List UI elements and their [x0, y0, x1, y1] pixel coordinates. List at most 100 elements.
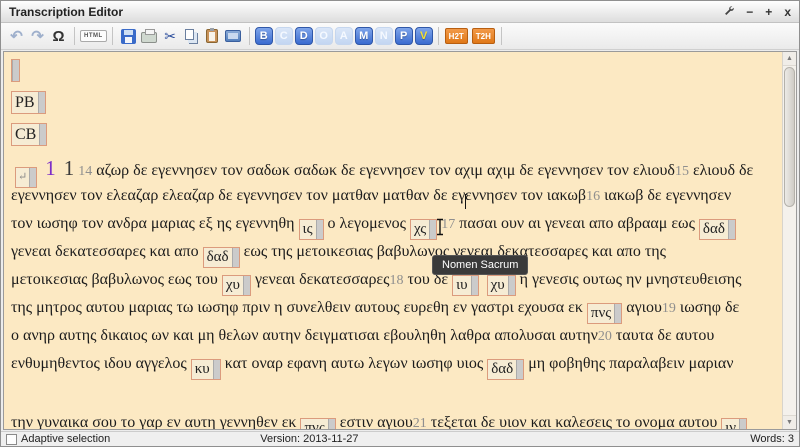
box-handle [328, 419, 335, 429]
greek-text[interactable]: ιωσηφ δε [680, 299, 739, 316]
box-handle [38, 92, 45, 113]
nomen-sacrum-box[interactable]: πνς [300, 418, 335, 429]
greek-text[interactable]: κατ οναρ εφανη αυτω λεγων ιωσηφ υιος [225, 355, 483, 372]
greek-text[interactable]: γενεαι δεκατεσσαρες και απο [11, 243, 199, 260]
omega-icon: Ω [52, 28, 64, 45]
copy-button[interactable] [181, 26, 202, 47]
clipboard-icon [206, 29, 218, 43]
greek-text[interactable]: ταυτα δε αυτου [616, 327, 714, 344]
format-button-m[interactable]: M [355, 27, 373, 45]
scissors-icon: ✂ [164, 28, 176, 45]
minimize-button[interactable]: − [746, 6, 753, 18]
transcript-line: της μητρος αυτου μαριας τω ιωσηφ πριν η … [11, 294, 782, 322]
window-controls: − + x [723, 5, 791, 18]
empty-marker-box[interactable] [11, 59, 20, 82]
nomen-sacrum-word: ις [300, 220, 316, 239]
nomen-sacrum-box[interactable]: χυ [487, 275, 516, 296]
adaptive-selection-checkbox[interactable] [6, 434, 17, 445]
special-characters-button[interactable]: Ω [48, 26, 69, 47]
greek-text[interactable]: αγιου [626, 299, 662, 316]
greek-text[interactable]: εγεννησεν τον ελεαζαρ ελεαζαρ δε εγεννησ… [11, 187, 586, 204]
title-bar: Transcription Editor − + x [1, 1, 799, 23]
toolbar-separator [501, 27, 502, 45]
paste-button[interactable] [202, 26, 223, 47]
format-button-d[interactable]: D [295, 27, 313, 45]
box-handle [516, 360, 523, 379]
verse-number: 20 [598, 329, 612, 344]
greek-text[interactable]: ελιουδ δε [693, 162, 753, 179]
format-button-o: O [315, 27, 333, 45]
chapter-number: 1 [45, 156, 56, 180]
transcription-editor-window: Transcription Editor − + x ↶ ↷ Ω HTML ✂ … [0, 0, 800, 447]
page-number: 1 [64, 156, 75, 180]
nomen-sacrum-box[interactable]: κυ [191, 359, 221, 380]
format-button-v[interactable]: V [415, 27, 433, 45]
html-view-button[interactable]: HTML [80, 30, 107, 42]
vertical-scrollbar[interactable]: ▲ ▼ [782, 52, 796, 429]
scroll-down-button[interactable]: ▼ [783, 415, 796, 429]
scrollbar-thumb[interactable] [784, 67, 795, 207]
greek-text[interactable]: της μητρος αυτου μαριας τω ιωσηφ πριν η … [11, 299, 583, 316]
verse-number: 16 [586, 189, 600, 204]
nomen-sacrum-word: πνς [301, 419, 327, 429]
transcript-line: γενεαι δεκατεσσαρες και αποδαδεως της με… [11, 238, 782, 266]
nomen-sacrum-box[interactable]: ιυ [452, 275, 478, 296]
redo-button[interactable]: ↷ [27, 26, 48, 47]
undo-button[interactable]: ↶ [6, 26, 27, 47]
greek-text[interactable]: γενεαι δεκατεσσαρες [255, 271, 390, 288]
greek-text[interactable]: αζωρ δε εγεννησεν τον σαδωκ σαδωκ δε εγε… [96, 162, 675, 179]
nomen-sacrum-word: χς [411, 220, 429, 239]
converter-button-t2h[interactable]: T2H [472, 28, 495, 44]
nomen-sacrum-box[interactable]: δαδ [487, 359, 524, 380]
save-button[interactable] [118, 26, 139, 47]
nomen-sacrum-word: δαδ [204, 248, 232, 267]
pre-line: CΒ [11, 122, 782, 146]
format-button-a: A [335, 27, 353, 45]
pre-lines: ΡΒ CΒ [11, 58, 782, 146]
scroll-up-button[interactable]: ▲ [783, 52, 796, 66]
nomen-sacrum-box[interactable]: ις [299, 219, 324, 240]
marker-box[interactable]: CΒ [11, 123, 47, 146]
save-icon [121, 29, 136, 44]
converter-buttons: H2TT2H [444, 28, 496, 44]
nomen-sacrum-box[interactable]: δαδ [203, 247, 240, 268]
greek-text[interactable]: εστιν αγιου [340, 414, 413, 429]
greek-text[interactable]: τον ιωσηφ τον ανδρα μαριας εξ ης εγεννηθ… [11, 215, 295, 232]
nomen-sacrum-word: πνς [588, 304, 614, 323]
nomen-sacrum-box[interactable]: δαδ [699, 219, 736, 240]
text-caret [465, 194, 466, 209]
wrench-icon[interactable] [723, 5, 734, 18]
format-button-b[interactable]: B [255, 27, 273, 45]
greek-text[interactable]: πασαι ουν αι γενεαι απο αβρααμ εως [459, 215, 695, 232]
greek-text[interactable]: τεξεται δε υιον και καλεσεις το ονομα αυ… [431, 414, 718, 429]
transcription-text-area[interactable]: ΡΒCΒ ↵1114αζωρ δε εγεννησεν τον σαδωκ σα… [4, 52, 782, 429]
nomen-sacrum-word: ιυ [453, 276, 470, 295]
close-button[interactable]: x [784, 6, 791, 18]
cut-button[interactable]: ✂ [160, 26, 181, 47]
word-count: Words: 3 [750, 433, 794, 445]
format-buttons: BCDOAMNPV [255, 27, 433, 45]
greek-text[interactable]: την γυναικα σου το γαρ εν αυτη γεννηθεν … [11, 414, 296, 429]
verse-number: 21 [413, 416, 427, 429]
greek-text[interactable]: ο ανηρ αυτης δικαιος ων και μη θελων αυτ… [11, 327, 598, 344]
greek-text[interactable]: ο λεγομενος [328, 215, 406, 232]
nomen-sacrum-box[interactable]: πνς [587, 303, 622, 324]
greek-text[interactable]: ενθυμηθεντος ιδου αγγελος [11, 355, 187, 372]
format-button-n: N [375, 27, 393, 45]
maximize-button[interactable]: + [765, 6, 772, 18]
converter-button-h2t[interactable]: H2T [445, 28, 468, 44]
copy-icon [185, 29, 194, 40]
greek-text[interactable]: μη φοβηθης παραλαβειν μαριαν [528, 355, 733, 372]
greek-text[interactable]: ιακωβ δε εγεννησεν [604, 187, 731, 204]
box-handle [739, 419, 746, 429]
greek-text[interactable]: μετοικεσιας βαβυλωνος εως του [11, 271, 218, 288]
version-label: Version: 2013-11-27 [260, 433, 358, 445]
marker-box[interactable]: ΡΒ [11, 91, 46, 114]
nomen-sacrum-box[interactable]: ιν [721, 418, 747, 429]
print-button[interactable] [139, 26, 160, 47]
box-handle [232, 248, 239, 267]
greek-text[interactable]: η γενεσις ουτως ην μνηστευθεισης [520, 271, 742, 288]
nomen-sacrum-box[interactable]: χυ [222, 275, 251, 296]
preview-button[interactable] [223, 26, 244, 47]
format-button-p[interactable]: P [395, 27, 413, 45]
